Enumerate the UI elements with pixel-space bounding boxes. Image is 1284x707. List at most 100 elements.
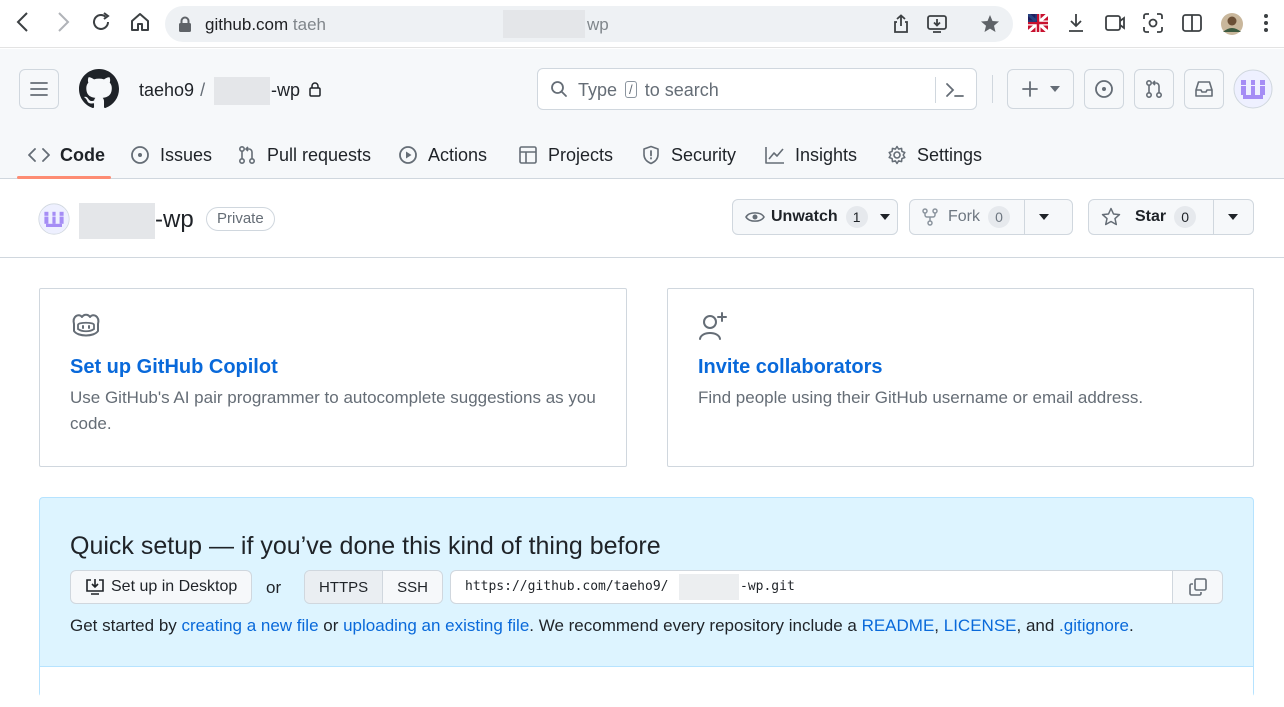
repo-owner-avatar[interactable] (38, 203, 70, 235)
unwatch-button[interactable]: Unwatch 1 (732, 199, 898, 235)
redacted-block (214, 77, 270, 105)
tab-actions[interactable]: Actions (398, 131, 487, 179)
tab-code[interactable]: Code (28, 131, 105, 179)
create-new-button[interactable] (1007, 69, 1074, 109)
copilot-card: Set up GitHub Copilot Use GitHub's AI pa… (39, 288, 627, 467)
https-button[interactable]: HTTPS (305, 571, 383, 603)
forward-icon[interactable] (54, 11, 72, 33)
issues-button[interactable] (1084, 69, 1124, 109)
star-count: 0 (1174, 206, 1197, 228)
protocol-selector: HTTPS SSH (304, 570, 444, 604)
readme-link[interactable]: README (862, 616, 935, 635)
inbox-button[interactable] (1184, 69, 1224, 109)
chevron-down-icon (1039, 214, 1049, 220)
eye-icon (745, 212, 765, 222)
profile-avatar-icon[interactable] (1220, 12, 1244, 36)
reload-icon[interactable] (90, 11, 112, 33)
back-icon[interactable] (14, 11, 32, 33)
star-dropdown[interactable] (1213, 200, 1252, 234)
github-header: taeho9/ -wp Type / to search Code Issues… (0, 49, 1284, 179)
graph-icon (765, 147, 784, 164)
or-label: or (266, 578, 282, 597)
hamburger-icon (30, 82, 48, 96)
tab-insights[interactable]: Insights (765, 131, 857, 179)
tab-pull-requests[interactable]: Pull requests (237, 131, 371, 179)
fork-button[interactable]: Fork 0 (909, 199, 1073, 235)
plus-icon (1021, 81, 1038, 97)
command-palette-icon[interactable] (945, 81, 965, 99)
install-app-icon[interactable] (926, 14, 948, 34)
browser-toolbar: github.com taeh wp (0, 0, 1284, 48)
lock-icon[interactable] (178, 16, 192, 32)
invite-collaborators-link[interactable]: Invite collaborators (698, 356, 883, 379)
copilot-icon (70, 311, 102, 339)
share-icon[interactable] (891, 14, 911, 34)
table-icon (519, 146, 537, 164)
bookmark-star-icon[interactable] (979, 13, 1001, 35)
tab-projects[interactable]: Projects (518, 131, 613, 179)
copy-icon (1188, 578, 1207, 596)
inbox-icon (1195, 81, 1213, 97)
setup-in-desktop-button[interactable]: Set up in Desktop (70, 570, 253, 604)
side-panel-icon[interactable] (1181, 12, 1203, 34)
copilot-link[interactable]: Set up GitHub Copilot (70, 356, 278, 379)
repo-name[interactable]: -wp (155, 206, 194, 234)
address-bar[interactable]: github.com taeh wp (165, 6, 1013, 42)
star-icon (1101, 207, 1121, 226)
fork-dropdown[interactable] (1024, 200, 1063, 234)
tab-issues[interactable]: Issues (130, 131, 212, 179)
browser-menu-icon[interactable] (1263, 12, 1269, 34)
tab-security[interactable]: Security (641, 131, 736, 179)
fork-count: 0 (988, 206, 1010, 228)
breadcrumb: taeho9/ (139, 80, 206, 100)
uploading-existing-file-link[interactable]: uploading an existing file (343, 616, 529, 635)
hamburger-menu-button[interactable] (19, 69, 59, 109)
search-icon (550, 80, 568, 98)
redacted-block (79, 203, 155, 239)
star-button[interactable]: Star 0 (1088, 199, 1254, 235)
desktop-download-icon (86, 579, 104, 595)
visibility-badge: Private (206, 207, 275, 231)
clone-url-input[interactable]: https://github.com/taeho9/ -wp.git (450, 570, 1173, 604)
invite-description: Find people using their GitHub username … (698, 388, 1144, 407)
search-input[interactable]: Type / to search (537, 68, 977, 110)
repo-title-bar: -wp Private Unwatch 1 Fork 0 Star 0 (0, 180, 1284, 258)
quick-setup-lower-section (40, 667, 1253, 707)
translate-flag-icon[interactable] (1027, 12, 1049, 34)
issue-icon (1095, 80, 1113, 98)
watch-count: 1 (845, 206, 868, 228)
divider (935, 77, 936, 103)
quick-setup-panel: Quick setup — if you’ve done this kind o… (39, 497, 1254, 707)
issue-icon (131, 146, 149, 164)
redacted-block (679, 574, 739, 600)
download-icon[interactable] (1066, 12, 1086, 34)
chevron-down-icon (1049, 86, 1060, 92)
active-tab-indicator (17, 176, 111, 179)
license-link[interactable]: LICENSE (944, 616, 1017, 635)
url-text: github.com taeh (205, 15, 326, 34)
user-avatar[interactable] (1233, 69, 1273, 109)
person-add-icon (698, 311, 730, 341)
divider (992, 75, 993, 103)
tab-settings[interactable]: Settings (887, 131, 982, 179)
quick-setup-heading: Quick setup — if you’ve done this kind o… (70, 532, 661, 560)
ssh-button[interactable]: SSH (382, 571, 443, 603)
github-logo-icon[interactable] (79, 69, 119, 109)
pull-request-icon (1145, 79, 1163, 99)
copy-url-button[interactable] (1172, 570, 1223, 604)
creating-new-file-link[interactable]: creating a new file (182, 616, 319, 635)
pull-requests-button[interactable] (1134, 69, 1174, 109)
chevron-down-icon (1228, 214, 1238, 220)
play-icon (399, 146, 417, 164)
code-icon (28, 148, 50, 162)
search-placeholder: Type / to search (578, 80, 719, 100)
cast-icon[interactable] (1104, 12, 1126, 34)
home-icon[interactable] (129, 11, 151, 33)
repo-link[interactable]: -wp (271, 80, 321, 101)
owner-link[interactable]: taeho9 (139, 80, 194, 100)
invite-card: Invite collaborators Find people using t… (667, 288, 1254, 467)
gitignore-link[interactable]: .gitignore (1059, 616, 1129, 635)
redacted-block (503, 10, 585, 38)
screenshot-icon[interactable] (1142, 12, 1164, 34)
pull-request-icon (238, 145, 256, 165)
